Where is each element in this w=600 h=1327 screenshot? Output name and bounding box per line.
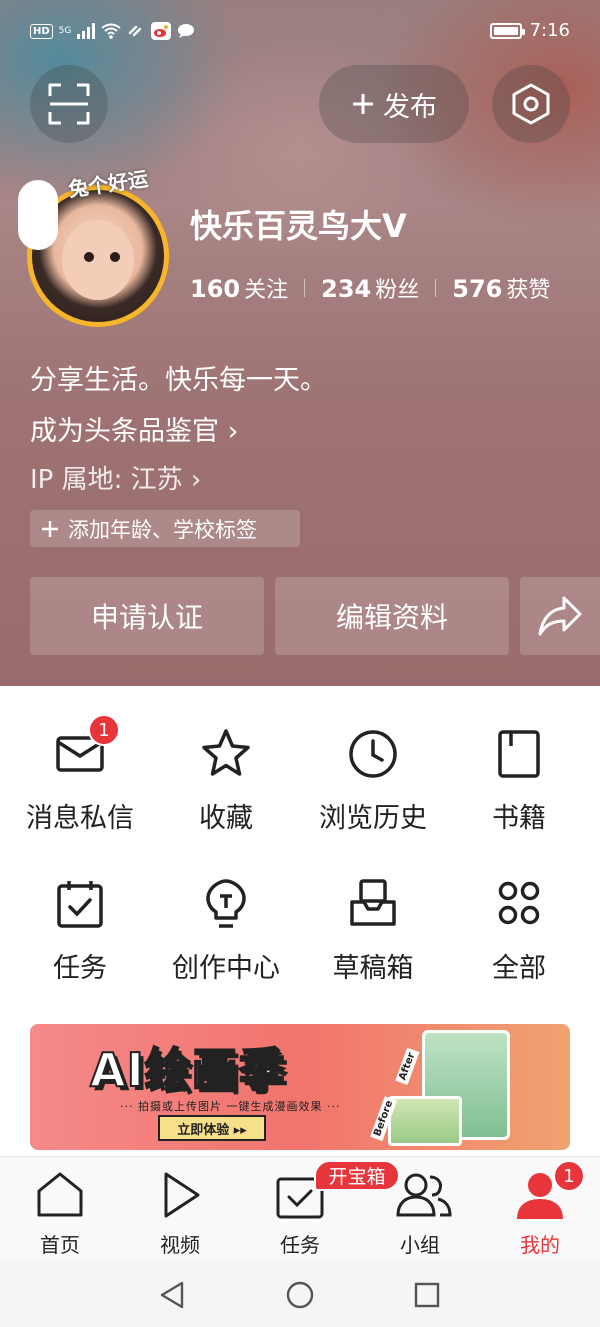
bunny-sticker-icon [18,180,58,250]
grid-item-favorites[interactable]: 收藏 [151,726,301,835]
scan-button[interactable] [30,65,108,143]
grid-item-creator-center[interactable]: 创作中心 [151,876,301,985]
grid-item-history[interactable]: 浏览历史 [298,726,448,835]
bottom-navigation: 首页 视频 任务 小组 我的 [0,1156,600,1260]
add-tag-button[interactable]: 添加年龄、学校标签 [30,510,300,547]
stat-value: 234 [321,275,372,303]
plus-icon [42,520,58,537]
share-button[interactable] [520,577,600,655]
critic-link[interactable]: 成为头条品鉴官 › [30,409,238,448]
clock-time: 7:16 [529,20,570,41]
grid-item-label: 全部 [492,953,546,984]
nav-item-home[interactable]: 首页 [0,1169,120,1258]
back-icon[interactable] [158,1280,186,1310]
stat-value: 576 [452,275,503,303]
recents-icon[interactable] [414,1282,440,1308]
stat-label: 获赞 [506,278,551,303]
profile-stats: 160 关注 234 粉丝 576 获赞 [190,272,550,304]
grid-item-label: 收藏 [199,803,253,834]
grid-item-messages[interactable]: 1 消息私信 [5,714,155,835]
avatar-face [62,220,134,300]
nav-item-video[interactable]: 视频 [120,1169,240,1258]
gear-icon [512,83,550,125]
clock-icon [349,730,397,778]
stat-value: 160 [190,275,241,303]
notification-badge: 1 [553,1160,585,1192]
open-treasure-box-badge[interactable]: 开宝箱 [314,1160,400,1191]
grid-item-label: 浏览历史 [319,803,427,834]
stat-label: 粉丝 [375,278,420,303]
plus-icon [353,94,373,114]
chat-bubble-icon [178,24,195,38]
link-icon [129,25,142,37]
grid-dots-icon [498,881,540,925]
status-bar: HD 5G 7:16 [0,0,600,66]
grid-item-label: 书籍 [492,803,546,834]
notification-badge: 1 [88,714,120,746]
star-icon [202,729,250,776]
grid-item-label: 创作中心 [172,953,280,984]
nav-label: 首页 [40,1233,80,1257]
book-icon [498,730,540,778]
grid-item-label: 消息私信 [26,803,134,834]
lightbulb-icon [206,879,246,928]
avatar[interactable]: 兔个好运 [18,167,169,327]
bio-text: 分享生活。快乐每一天。 [30,365,327,396]
grid-item-label: 任务 [53,953,107,984]
grid-item-all[interactable]: 全部 [444,876,594,985]
banner-cta-button[interactable]: 立即体验 ▸▸ [158,1115,266,1141]
add-tag-label: 添加年龄、学校标签 [68,517,257,542]
grid-item-drafts[interactable]: 草稿箱 [298,876,448,985]
edit-label: 编辑资料 [335,601,448,634]
avatar-eye [84,252,94,262]
stat-label: 关注 [244,278,289,303]
stat-likes[interactable]: 576 获赞 [452,272,550,304]
weibo-icon [151,22,172,40]
grid-item-tasks[interactable]: 任务 [5,876,155,985]
grid-item-books[interactable]: 书籍 [444,726,594,835]
signal-icon [77,23,96,39]
home-icon [37,1172,83,1217]
share-arrow-icon [538,596,582,636]
divider [304,279,306,297]
grid-item-label: 草稿箱 [332,953,414,984]
network-type: 5G [58,26,72,36]
ai-painting-banner[interactable]: AI绘画季 ··· 拍摄或上传图片 一键生成漫画效果 ··· 立即体验 ▸▸ A… [30,1024,570,1150]
before-image [388,1096,462,1146]
group-icon [396,1173,452,1217]
certify-label: 申请认证 [90,601,203,634]
stat-followers[interactable]: 234 粉丝 [321,272,419,304]
edit-profile-button[interactable]: 编辑资料 [275,577,509,655]
username: 快乐百灵鸟大V [190,207,407,245]
hd-indicator: HD [30,23,53,39]
battery-icon [489,22,525,39]
wifi-icon [101,23,121,39]
banner-subtitle: ··· 拍摄或上传图片 一键生成漫画效果 ··· [120,1100,341,1113]
publish-button[interactable]: 发布 [319,65,469,143]
after-label: After [395,1048,420,1085]
banner-title: AI绘画季 [89,1042,286,1098]
scan-icon [48,83,90,125]
stat-following[interactable]: 160 关注 [190,272,288,304]
nav-label: 小组 [400,1233,440,1257]
play-icon [164,1172,200,1218]
settings-button[interactable] [492,65,570,143]
drafts-box-icon [350,879,396,926]
divider [435,279,437,297]
nav-label: 任务 [280,1233,320,1257]
apply-certification-button[interactable]: 申请认证 [30,577,264,655]
task-calendar-icon [57,881,103,928]
home-circle-icon[interactable] [286,1281,314,1309]
publish-label: 发布 [383,91,437,123]
ip-location-link[interactable]: IP 属地: 江苏 › [30,459,201,496]
avatar-eye [110,252,120,262]
system-navigation-bar [0,1260,600,1327]
nav-label: 视频 [160,1233,200,1257]
nav-label: 我的 [520,1233,560,1257]
